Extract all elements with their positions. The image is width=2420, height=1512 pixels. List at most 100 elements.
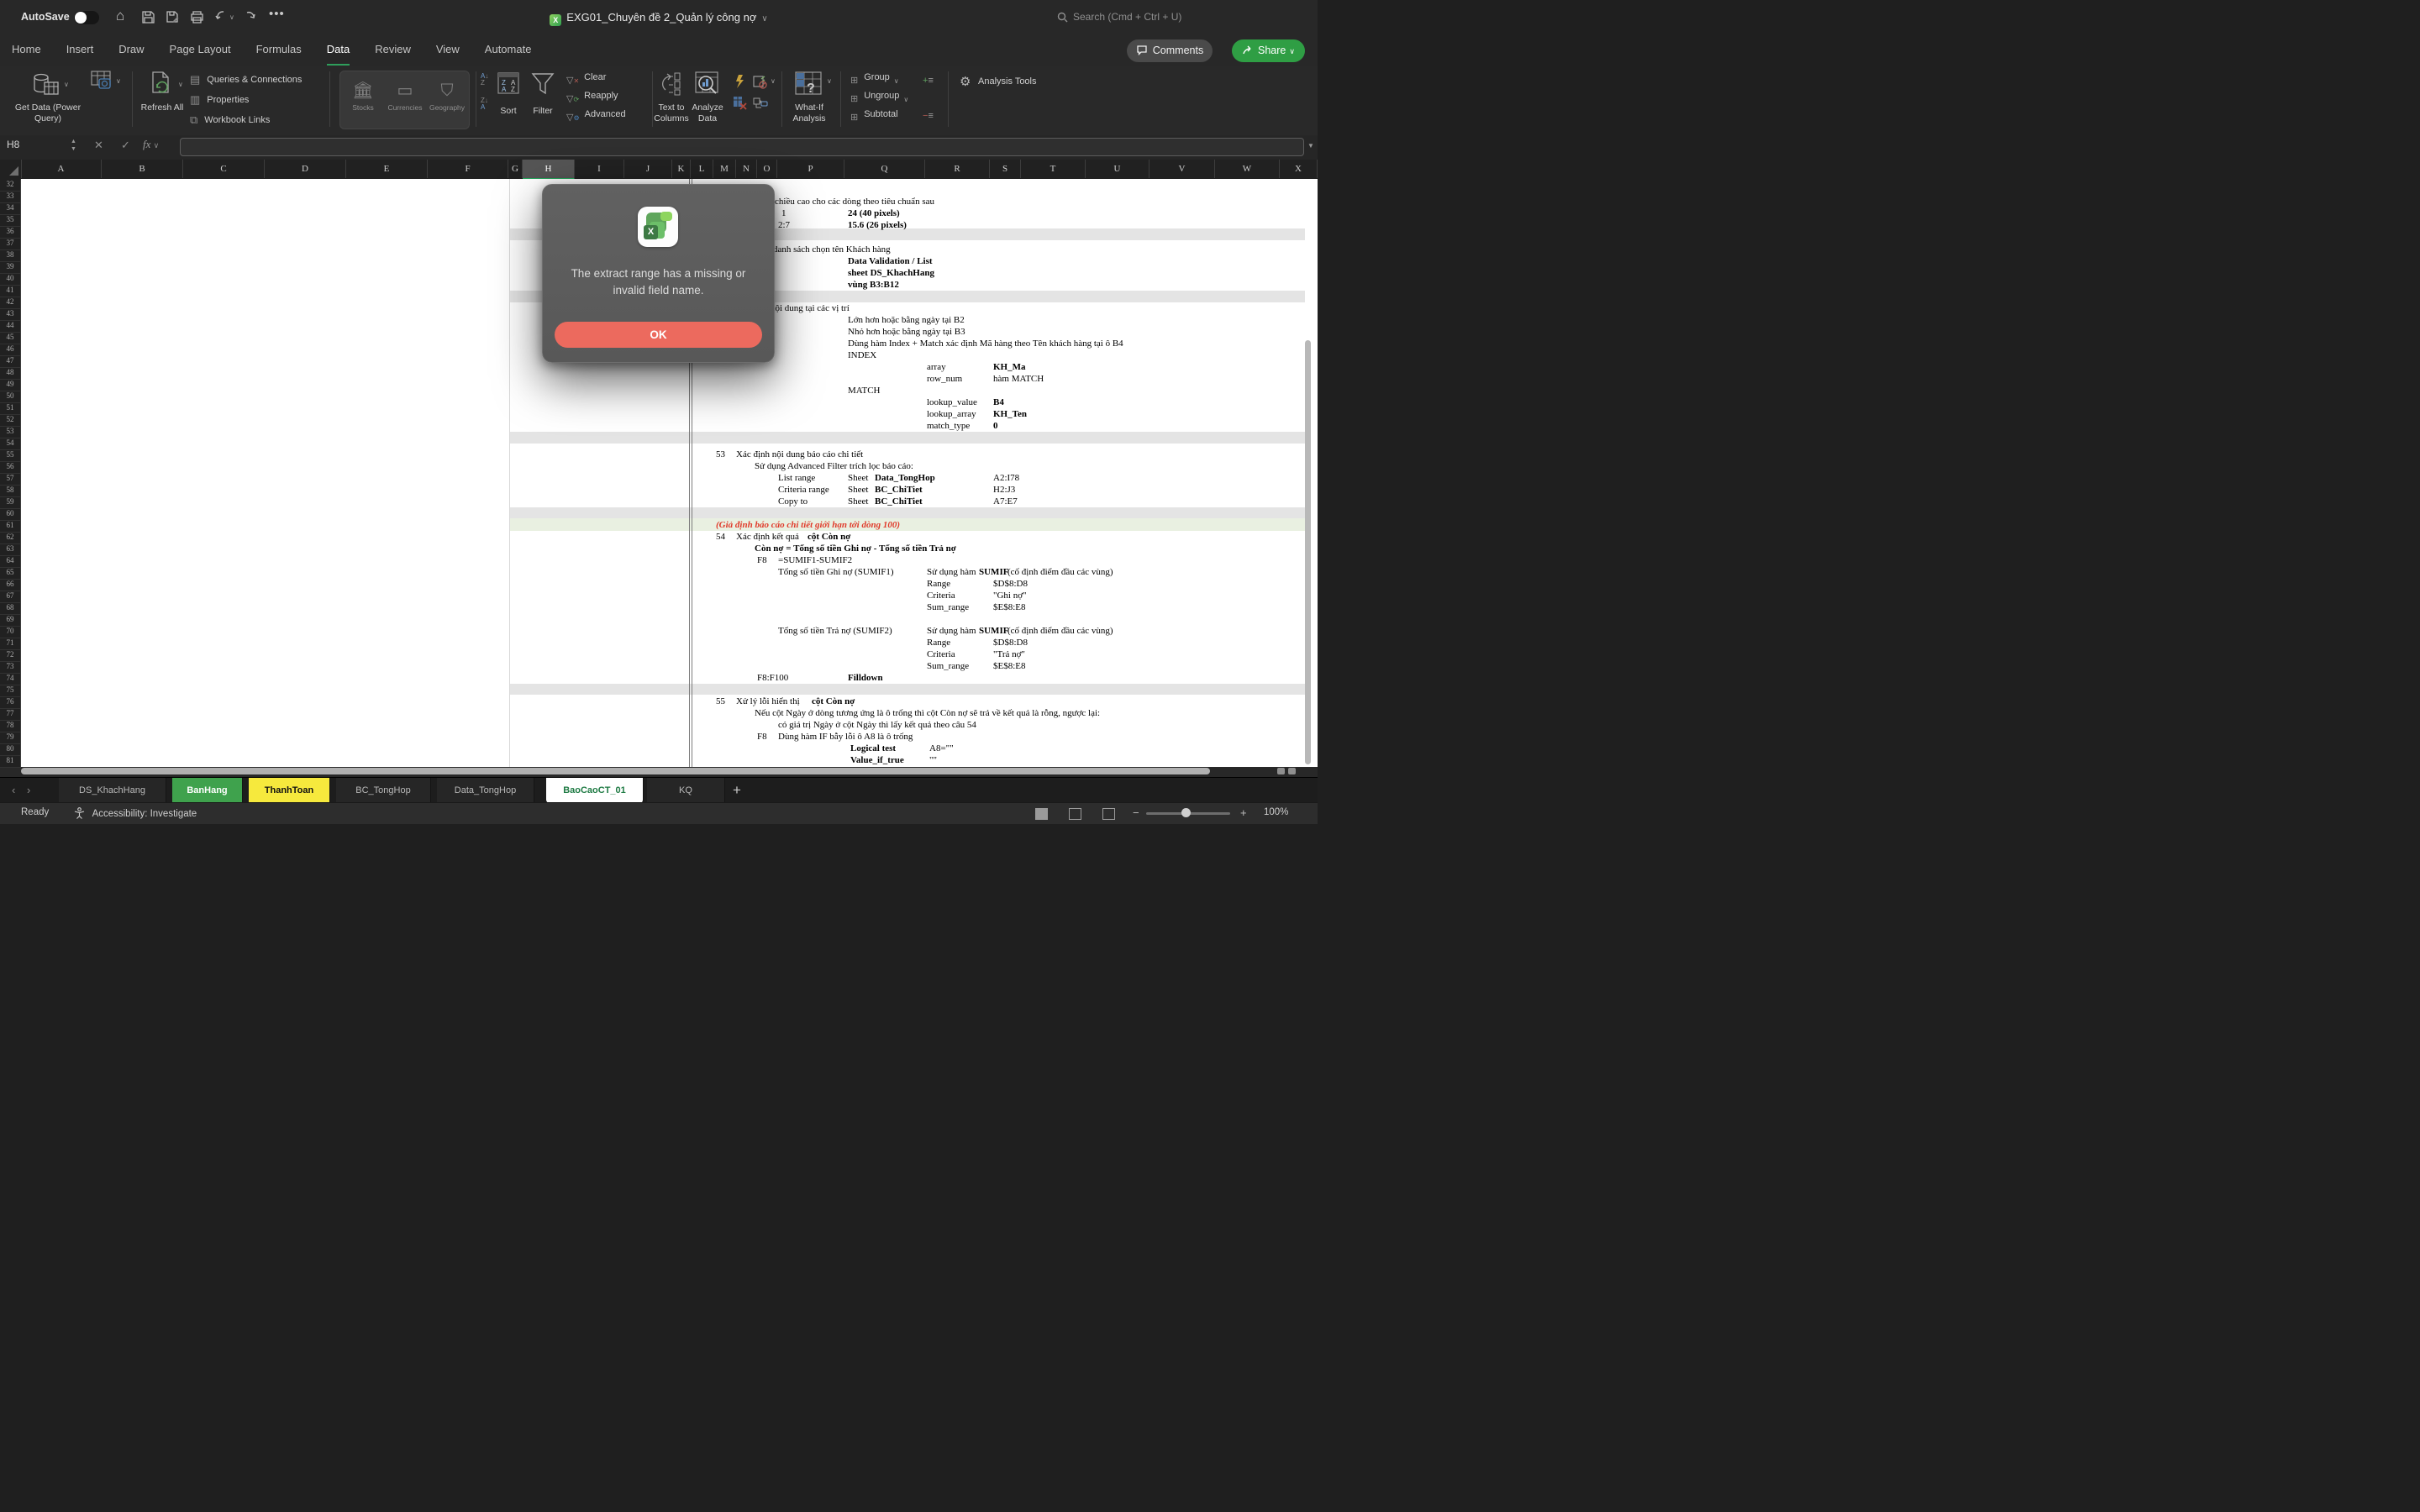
ok-button[interactable]: OK bbox=[555, 322, 762, 348]
cancel-entry-icon[interactable]: ✕ bbox=[94, 139, 103, 152]
row-header-48[interactable]: 48 bbox=[0, 367, 21, 380]
column-header-V[interactable]: V bbox=[1150, 160, 1215, 178]
row-header-73[interactable]: 73 bbox=[0, 661, 21, 674]
column-header-B[interactable]: B bbox=[102, 160, 183, 178]
zoom-in-icon[interactable]: + bbox=[1240, 806, 1247, 819]
show-detail-icon[interactable]: +≡ bbox=[923, 76, 934, 87]
filter-item-advanced[interactable]: ▽⚙Advanced bbox=[566, 109, 626, 126]
remove-duplicates-icon[interactable] bbox=[733, 96, 748, 115]
analysis-tools-label[interactable]: Analysis Tools bbox=[978, 76, 1037, 87]
row-header-65[interactable]: 65 bbox=[0, 567, 21, 580]
column-header-J[interactable]: J bbox=[624, 160, 672, 178]
connections-item[interactable]: ▥Properties bbox=[190, 92, 302, 111]
column-header-D[interactable]: D bbox=[265, 160, 346, 178]
next-sheet-icon[interactable]: › bbox=[27, 778, 30, 803]
column-header-M[interactable]: M bbox=[713, 160, 736, 178]
sheet-tab-BaoCaoCT_01[interactable]: BaoCaoCT_01 bbox=[546, 778, 644, 803]
outline-item-ungroup[interactable]: ⊞Ungroup∨ bbox=[850, 91, 908, 108]
row-header-35[interactable]: 35 bbox=[0, 214, 21, 227]
row-header-52[interactable]: 52 bbox=[0, 414, 21, 427]
row-header-42[interactable]: 42 bbox=[0, 297, 21, 309]
column-header-U[interactable]: U bbox=[1086, 160, 1150, 178]
ribbon-tab-automate[interactable]: Automate bbox=[485, 35, 532, 64]
filter-icon[interactable] bbox=[531, 72, 555, 100]
column-header-K[interactable]: K bbox=[672, 160, 691, 178]
add-sheet-button[interactable]: + bbox=[733, 778, 741, 803]
row-header-67[interactable]: 67 bbox=[0, 591, 21, 603]
sort-label[interactable]: Sort bbox=[492, 106, 525, 117]
sort-desc-icon[interactable]: Z↓A bbox=[481, 97, 488, 111]
row-header-72[interactable]: 72 bbox=[0, 649, 21, 662]
row-header-45[interactable]: 45 bbox=[0, 332, 21, 344]
row-header-64[interactable]: 64 bbox=[0, 555, 21, 568]
refresh-all-icon[interactable] bbox=[148, 71, 176, 103]
row-header-79[interactable]: 79 bbox=[0, 732, 21, 744]
datatype-geography[interactable]: ⛉Geography bbox=[426, 78, 468, 112]
ribbon-tab-draw[interactable]: Draw bbox=[118, 35, 144, 64]
row-header-41[interactable]: 41 bbox=[0, 285, 21, 297]
column-header-G[interactable]: G bbox=[508, 160, 523, 178]
row-header-80[interactable]: 80 bbox=[0, 743, 21, 756]
column-header-H[interactable]: H bbox=[523, 160, 575, 180]
sort-asc-icon[interactable]: A↓Z bbox=[481, 73, 488, 87]
row-header-39[interactable]: 39 bbox=[0, 261, 21, 274]
zoom-out-icon[interactable]: − bbox=[1133, 806, 1139, 819]
accessibility-status[interactable]: Accessibility: Investigate bbox=[74, 807, 197, 819]
whatif-chevron-icon[interactable]: ∨ bbox=[827, 77, 832, 85]
column-header-O[interactable]: O bbox=[757, 160, 777, 178]
ribbon-tab-data[interactable]: Data bbox=[327, 35, 350, 66]
row-header-44[interactable]: 44 bbox=[0, 320, 21, 333]
row-header-33[interactable]: 33 bbox=[0, 191, 21, 203]
datatype-currencies[interactable]: ▭Currencies bbox=[384, 78, 426, 112]
horizontal-scrollbar-track[interactable] bbox=[21, 768, 1298, 774]
sheet-tab-KQ[interactable]: KQ bbox=[647, 778, 725, 803]
consolidate-icon[interactable] bbox=[753, 96, 768, 115]
horizontal-scrollbar[interactable] bbox=[21, 768, 1210, 774]
row-header-59[interactable]: 59 bbox=[0, 496, 21, 509]
sheet-tab-DS_KhachHang[interactable]: DS_KhachHang bbox=[59, 778, 166, 803]
row-header-43[interactable]: 43 bbox=[0, 308, 21, 321]
row-header-61[interactable]: 61 bbox=[0, 520, 21, 533]
row-header-47[interactable]: 47 bbox=[0, 355, 21, 368]
search-input[interactable]: Search (Cmd + Ctrl + U) bbox=[1057, 11, 1181, 23]
row-header-38[interactable]: 38 bbox=[0, 249, 21, 262]
column-header-L[interactable]: L bbox=[691, 160, 713, 178]
row-header-66[interactable]: 66 bbox=[0, 579, 21, 591]
row-header-69[interactable]: 69 bbox=[0, 614, 21, 627]
column-header-W[interactable]: W bbox=[1215, 160, 1280, 178]
outline-item-group[interactable]: ⊞Group∨ bbox=[850, 72, 908, 89]
data-validation-chevron-icon[interactable]: ∨ bbox=[771, 77, 776, 85]
row-header-54[interactable]: 54 bbox=[0, 438, 21, 450]
page-layout-view-icon[interactable] bbox=[1069, 808, 1081, 820]
column-header-I[interactable]: I bbox=[575, 160, 624, 178]
row-header-55[interactable]: 55 bbox=[0, 449, 21, 462]
zoom-slider-knob[interactable] bbox=[1181, 808, 1191, 817]
filter-item-clear[interactable]: ▽✕Clear bbox=[566, 72, 626, 89]
formula-input[interactable] bbox=[180, 138, 1304, 156]
row-header-49[interactable]: 49 bbox=[0, 379, 21, 391]
ribbon-tab-review[interactable]: Review bbox=[375, 35, 411, 64]
row-header-53[interactable]: 53 bbox=[0, 426, 21, 438]
refresh-all-label[interactable]: Refresh All bbox=[136, 102, 188, 113]
whatif-icon[interactable]: ? bbox=[795, 71, 823, 101]
row-header-56[interactable]: 56 bbox=[0, 461, 21, 474]
normal-view-icon[interactable] bbox=[1035, 808, 1048, 820]
row-header-36[interactable]: 36 bbox=[0, 226, 21, 239]
analysis-tools-icon[interactable]: ⚙ bbox=[960, 74, 971, 89]
text-to-columns-icon[interactable] bbox=[662, 71, 687, 101]
row-header-74[interactable]: 74 bbox=[0, 673, 21, 685]
row-header-70[interactable]: 70 bbox=[0, 626, 21, 638]
outline-item-subtotal[interactable]: ⊞Subtotal bbox=[850, 109, 908, 126]
get-data-icon[interactable] bbox=[32, 72, 60, 103]
analyze-data-icon[interactable] bbox=[694, 71, 721, 102]
get-data-chevron-icon[interactable]: ∨ bbox=[64, 81, 69, 88]
row-header-46[interactable]: 46 bbox=[0, 344, 21, 356]
column-header-P[interactable]: P bbox=[777, 160, 844, 178]
column-header-E[interactable]: E bbox=[346, 160, 428, 178]
column-header-C[interactable]: C bbox=[183, 160, 265, 178]
column-header-A[interactable]: A bbox=[21, 160, 102, 178]
prev-sheet-icon[interactable]: ‹ bbox=[12, 778, 15, 803]
column-header-S[interactable]: S bbox=[990, 160, 1021, 178]
row-header-51[interactable]: 51 bbox=[0, 402, 21, 415]
connections-item[interactable]: ▤Queries & Connections bbox=[190, 72, 302, 91]
